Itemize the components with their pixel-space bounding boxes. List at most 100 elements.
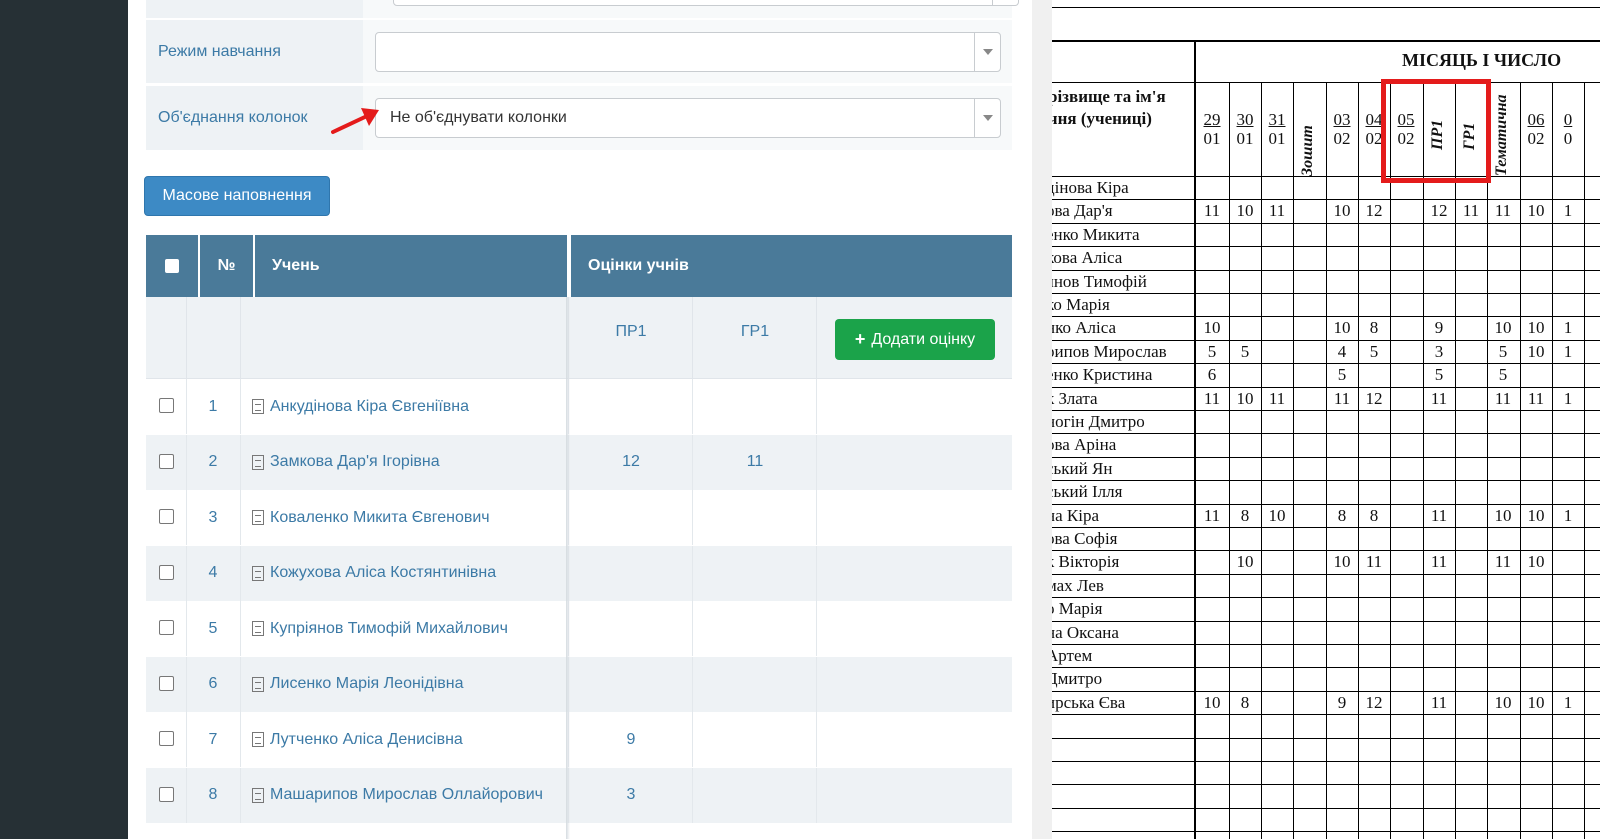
row-checkbox[interactable]	[159, 453, 174, 469]
date-month: 02	[1527, 129, 1545, 148]
header-student[interactable]: Учень	[255, 235, 567, 297]
journal-grade: 8	[1369, 505, 1379, 525]
grade-column-gr1[interactable]: ГР1	[694, 297, 816, 378]
row-checkbox[interactable]	[159, 620, 174, 635]
grade-pr1-cell[interactable]	[570, 490, 692, 545]
partial-select[interactable]	[393, 0, 1019, 6]
grade-gr1-cell[interactable]	[694, 601, 816, 656]
document-icon	[252, 676, 264, 692]
journal-date-header: 06 02	[1520, 110, 1552, 148]
document-icon	[252, 787, 264, 803]
journal-grade: 11	[1430, 505, 1448, 525]
student-name: Купріянов Тимофій Михайлович	[270, 619, 508, 637]
grade-pr1-cell[interactable]: 12	[570, 435, 692, 490]
journal-date-header: 00	[1552, 110, 1584, 148]
month-title: МІСЯЦЬ І ЧИСЛО	[1402, 50, 1562, 70]
journal-grade: 8	[1337, 505, 1347, 525]
journal-student-name: ський Ян	[1052, 458, 1113, 478]
journal-grade: 11	[1494, 201, 1512, 221]
grade-gr1-cell[interactable]	[694, 490, 816, 545]
student-name: Машарипов Мирослав Оллайорович	[270, 786, 543, 803]
study-mode-select[interactable]	[375, 32, 1001, 72]
student-name-link[interactable]: Лутченко Аліса Денисівна	[252, 712, 463, 767]
journal-grade: 9	[1337, 692, 1347, 712]
document-icon	[252, 454, 264, 470]
row-checkbox[interactable]	[159, 509, 174, 524]
scanned-journal-page: МІСЯЦЬ І ЧИСЛО різвище та ім'я чня (учени…	[1052, 0, 1600, 839]
journal-grade: 5	[1369, 341, 1379, 361]
merge-columns-select[interactable]: Не об'єднувати колонки	[375, 98, 1001, 138]
merge-columns-label: Об'єднання колонок	[158, 109, 308, 126]
row-number: 1	[208, 397, 218, 415]
row-checkbox[interactable]	[159, 786, 174, 802]
student-name-link[interactable]: Машарипов Мирослав Оллайорович	[252, 768, 543, 823]
student-name: Анкудінова Кіра Євгеніївна	[270, 397, 470, 415]
student-name-link[interactable]: Лисенко Марія Леонідівна	[252, 657, 463, 712]
journal-grade: 12	[1365, 388, 1383, 408]
journal-student-name: на Кіра	[1052, 505, 1100, 525]
journal-vertical-header: Тематична	[1493, 94, 1510, 176]
student-name: Кожухова Аліса Костянтинівна	[270, 564, 497, 581]
row-number: 2	[208, 453, 218, 470]
surname-header-line: чня (учениці)	[1052, 109, 1152, 128]
chevron-down-icon	[974, 33, 1000, 71]
journal-student-name: енко Кристина	[1052, 365, 1153, 385]
journal-student-name: янов Тимофій	[1052, 271, 1147, 291]
journal-grade: 3	[1434, 341, 1444, 361]
journal-grade: 9	[1434, 318, 1444, 338]
student-name-link[interactable]: Купріянов Тимофій Михайлович	[252, 601, 508, 656]
journal-grade: 10	[1527, 318, 1545, 338]
journal-grade: 8	[1240, 505, 1250, 525]
grade-column-pr1[interactable]: ПР1	[570, 297, 692, 378]
student-name-link[interactable]: Кожухова Аліса Костянтинівна	[252, 546, 496, 601]
journal-date-header: 29 01	[1196, 110, 1228, 148]
row-checkbox[interactable]	[159, 731, 174, 746]
journal-student-name: Дмитро	[1052, 669, 1103, 689]
journal-grade: 11	[1365, 552, 1383, 572]
journal-grade: 1	[1563, 201, 1573, 221]
journal-grade: 5	[1207, 341, 1217, 361]
grade-gr1-cell[interactable]	[694, 712, 816, 767]
grade-pr1-cell[interactable]	[570, 546, 692, 601]
date-day: 0	[1563, 110, 1573, 129]
journal-grade: 12	[1365, 692, 1383, 712]
student-name-link[interactable]: Замкова Дар'я Ігорівна	[252, 435, 440, 490]
header-number[interactable]: №	[200, 235, 253, 297]
date-month: 01	[1203, 129, 1221, 148]
grade-gr1-cell[interactable]: 11	[694, 435, 816, 490]
grade-gr1-cell[interactable]	[694, 546, 816, 601]
add-grade-button[interactable]: + Додати оцінку	[835, 319, 995, 360]
row-checkbox[interactable]	[159, 675, 174, 691]
row-number: 5	[208, 619, 218, 637]
select-all-checkbox[interactable]	[165, 259, 179, 273]
header-select-all-cell	[146, 235, 198, 297]
row-checkbox[interactable]	[159, 398, 174, 413]
grade-gr1-cell[interactable]	[694, 379, 816, 434]
journal-grade: 1	[1563, 692, 1573, 712]
journal-student-name: ова Аріна	[1052, 435, 1117, 455]
mass-fill-button[interactable]: Масове наповнення	[144, 176, 330, 216]
header-grades: Оцінки учнів	[571, 235, 1012, 297]
grade-gr1-cell[interactable]	[694, 657, 816, 712]
table-row: 4 Кожухова Аліса Костянтинівна	[146, 545, 1012, 601]
journal-student-name: мах Лев	[1052, 575, 1104, 595]
row-checkbox[interactable]	[159, 564, 174, 580]
journal-vertical-header: Зошит	[1299, 125, 1316, 176]
grade-pr1-cell[interactable]	[570, 601, 692, 656]
journal-date-header: 03 02	[1326, 110, 1358, 148]
journal-student-name: нко Аліса	[1052, 318, 1117, 338]
grade-gr1-cell[interactable]	[694, 768, 816, 823]
journal-grade: 10	[1527, 341, 1545, 361]
student-name-link[interactable]: Анкудінова Кіра Євгеніївна	[252, 379, 469, 434]
journal-grade: 10	[1494, 692, 1512, 712]
student-name-link[interactable]: Коваленко Микита Євгенович	[252, 490, 490, 545]
document-icon	[252, 565, 264, 581]
grade-pr1-cell[interactable]: 3	[570, 768, 692, 823]
red-arrow-annotation-icon	[331, 108, 379, 134]
journal-student-name: ногін Дмитро	[1052, 412, 1145, 431]
grade-pr1-cell[interactable]: 9	[570, 712, 692, 767]
grade-pr1-cell[interactable]	[570, 379, 692, 434]
grade-pr1-cell[interactable]	[570, 657, 692, 712]
journal-grade: 11	[1494, 552, 1512, 572]
table-row: 7 Лутченко Аліса Денисівна 9	[146, 712, 1012, 767]
